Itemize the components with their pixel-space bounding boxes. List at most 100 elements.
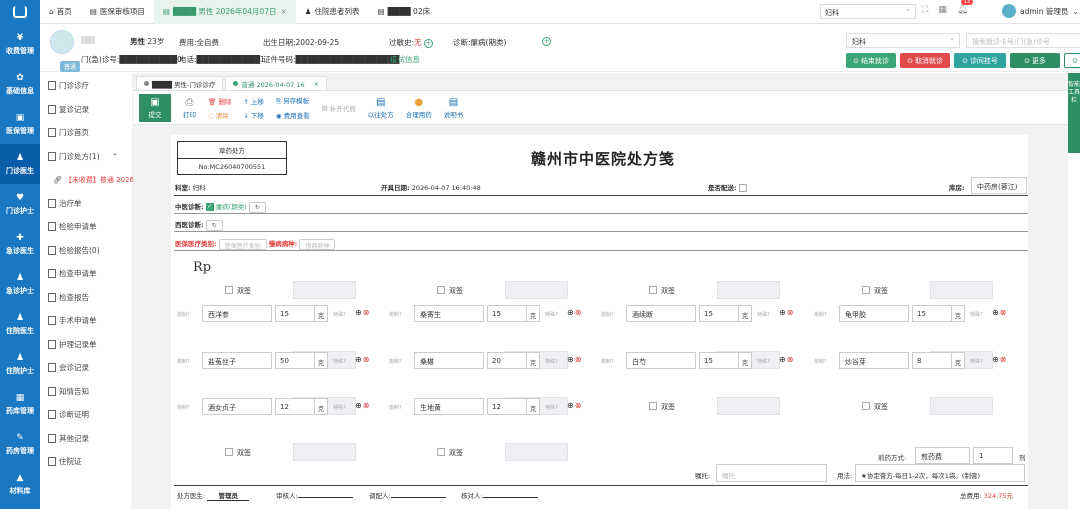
sidebar-item-5[interactable]: 治疗单 <box>40 192 132 216</box>
add-herb-icon[interactable]: ⊕ <box>567 308 575 317</box>
herb-qty-input[interactable]: 15 <box>699 352 739 369</box>
double-sign-box[interactable] <box>717 397 780 415</box>
refresh-icon[interactable]: ↻ <box>248 201 266 213</box>
department-select[interactable]: 妇科 <box>820 4 916 19</box>
remove-herb-icon[interactable]: ⊗ <box>363 308 371 317</box>
nav-item-5[interactable]: ✚ 急诊医生 <box>0 224 40 264</box>
top-tab-0[interactable]: ⌂ 首页 <box>40 0 81 24</box>
add-herb-icon[interactable]: ⊕ <box>779 308 787 317</box>
double-sign-box[interactable] <box>717 281 780 299</box>
nav-item-1[interactable]: ✿ 基础信息 <box>0 64 40 104</box>
close-icon[interactable]: × <box>280 7 286 16</box>
nav-item-10[interactable]: ✎ 药房管理 <box>0 424 40 464</box>
double-sign-checkbox[interactable] <box>862 402 870 410</box>
sidebar-item-4[interactable]: 🔗︎ 【未收费】普通 2026 <box>40 168 134 192</box>
sidebar-item-0[interactable]: 门诊诊疗 <box>40 74 132 98</box>
double-sign-checkbox[interactable] <box>437 448 445 456</box>
sidebar-item-14[interactable]: 诊断证明 <box>40 403 132 427</box>
sidebar-item-13[interactable]: 知情告知 <box>40 380 132 404</box>
delivery-checkbox[interactable] <box>738 184 747 192</box>
action-button-0[interactable]: ⊙ 结束就诊 <box>846 53 896 68</box>
nav-item-11[interactable]: ▲ 材料库 <box>0 464 40 504</box>
add-herb-icon[interactable]: ⊕ <box>355 308 363 317</box>
print-button[interactable]: ⎙ 打印 <box>183 97 196 119</box>
herb-qty-input[interactable]: 12 <box>487 398 527 415</box>
close-icon[interactable]: × <box>314 80 319 88</box>
herb-qty-input[interactable]: 50 <box>275 352 315 369</box>
herb-qty-input[interactable]: 20 <box>487 352 527 369</box>
sidebar-item-12[interactable]: 会诊记录 <box>40 356 132 380</box>
herb-qty-input[interactable]: 15 <box>912 305 952 322</box>
add-herb-icon[interactable]: ⊕ <box>355 355 363 364</box>
action-button-4[interactable]: ⊙患者列表 <box>1064 53 1080 68</box>
chronic-input[interactable]: 慢病病种 <box>299 238 336 250</box>
double-sign-box[interactable] <box>930 281 993 299</box>
insurance-type-input[interactable]: 医保医疗类别 <box>218 238 267 250</box>
add-allergy-icon[interactable]: + <box>423 39 433 48</box>
rational-drug-button[interactable]: ● 合理用药 <box>406 97 432 119</box>
sidebar-item-7[interactable]: 检验报告(0) <box>40 239 132 263</box>
remove-herb-icon[interactable]: ⊗ <box>787 355 795 364</box>
delete-button[interactable]: 🗑︎ 删除 <box>208 96 231 106</box>
herb-name-input[interactable]: 龟甲胶 <box>839 305 909 322</box>
add-herb-icon[interactable]: ⊕ <box>567 401 575 410</box>
herb-name-input[interactable]: 桑椹 <box>414 352 484 369</box>
top-tab-2[interactable]: ▤ ████ 男性 2026年04月07日 × <box>153 0 296 24</box>
top-tab-1[interactable]: ▤ 医保审核项目 <box>81 0 154 24</box>
grid-icon[interactable]: ▦ <box>938 5 947 15</box>
double-sign-checkbox[interactable] <box>225 286 233 294</box>
sidebar-item-16[interactable]: 住院证 <box>40 450 132 474</box>
fullscreen-icon[interactable]: ⛶ <box>922 5 928 15</box>
add-herb-icon[interactable]: ⊕ <box>992 355 1000 364</box>
remove-herb-icon[interactable]: ⊗ <box>575 308 583 317</box>
action-button-3[interactable]: ⊙ 更多 <box>1010 53 1060 68</box>
sidebar-item-6[interactable]: 检验申请单 <box>40 215 132 239</box>
herb-qty-input[interactable]: 15 <box>699 305 739 322</box>
nav-item-4[interactable]: ♥ 门诊护士 <box>0 184 40 224</box>
supplement-button[interactable]: ▤ 补开代煎 <box>322 103 356 113</box>
save-template-button[interactable]: ⎘ 另存模板 <box>276 95 310 106</box>
right-dept-select[interactable]: 妇科 <box>846 33 960 48</box>
note-input[interactable]: 嘱托 <box>716 464 827 482</box>
sidebar-item-10[interactable]: 手术申请单 <box>40 309 132 333</box>
action-button-1[interactable]: ⊙ 取消就诊 <box>900 53 950 68</box>
herb-name-input[interactable]: 生地黄 <box>414 398 484 415</box>
remove-herb-icon[interactable]: ⊗ <box>363 401 371 410</box>
herb-name-input[interactable]: 盐菟丝子 <box>202 352 272 369</box>
remove-herb-icon[interactable]: ⊗ <box>1000 308 1008 317</box>
double-sign-box[interactable] <box>293 443 356 461</box>
nav-item-7[interactable]: ♟ 住院医生 <box>0 304 40 344</box>
sidebar-item-2[interactable]: 门诊首页 <box>40 121 132 145</box>
add-herb-icon[interactable]: ⊕ <box>567 355 575 364</box>
double-sign-box[interactable] <box>505 281 568 299</box>
herb-qty-input[interactable]: 15 <box>275 305 315 322</box>
nav-item-0[interactable]: ¥ 收费管理 <box>0 24 40 64</box>
remove-herb-icon[interactable]: ⊗ <box>363 355 371 364</box>
sidebar-item-8[interactable]: 检查申请单 <box>40 262 132 286</box>
double-sign-box[interactable] <box>293 281 356 299</box>
nav-item-8[interactable]: ♟ 住院护士 <box>0 344 40 384</box>
herb-name-input[interactable]: 西洋参 <box>202 305 272 322</box>
herb-name-input[interactable]: 炒谷芽 <box>839 352 909 369</box>
manual-button[interactable]: ▤ 说明书 <box>444 97 464 119</box>
west-refresh-icon[interactable]: ↻ <box>205 219 223 231</box>
double-sign-checkbox[interactable] <box>862 286 870 294</box>
infection-info-link[interactable]: 疫试信息 <box>390 54 420 65</box>
double-sign-checkbox[interactable] <box>649 402 657 410</box>
action-button-2[interactable]: ⊙ 诊间挂号 <box>954 53 1006 68</box>
nav-item-3[interactable]: ♟ 门诊医生 <box>0 144 40 184</box>
nav-item-6[interactable]: ♟ 急诊护士 <box>0 264 40 304</box>
sidebar-item-11[interactable]: 护理记录单 <box>40 333 132 357</box>
smart-tools-tab[interactable]: 智能工具栏 <box>1068 73 1080 153</box>
tcm-diagnosis-checkbox[interactable]: ✓ <box>205 203 214 211</box>
add-herb-icon[interactable]: ⊕ <box>355 401 363 410</box>
add-diagnosis-icon[interactable]: + <box>542 37 551 46</box>
decoct-select[interactable]: 煎药费 <box>915 447 970 464</box>
herb-name-input[interactable]: 酒续断 <box>626 305 696 322</box>
usage-input[interactable]: ★协定膏方-每日1-2次，每次1袋。(制膏) <box>855 464 1025 482</box>
herb-name-input[interactable]: 白芍 <box>626 352 696 369</box>
content-tab-1[interactable]: 普通 2026-04-07 16 × <box>225 76 328 90</box>
nav-item-9[interactable]: ▦ 药库管理 <box>0 384 40 424</box>
search-input[interactable]: 搜索就诊卡号/门(急)诊号⚲ <box>966 33 1080 48</box>
clear-button[interactable]: ◌ 清除 <box>208 110 231 120</box>
